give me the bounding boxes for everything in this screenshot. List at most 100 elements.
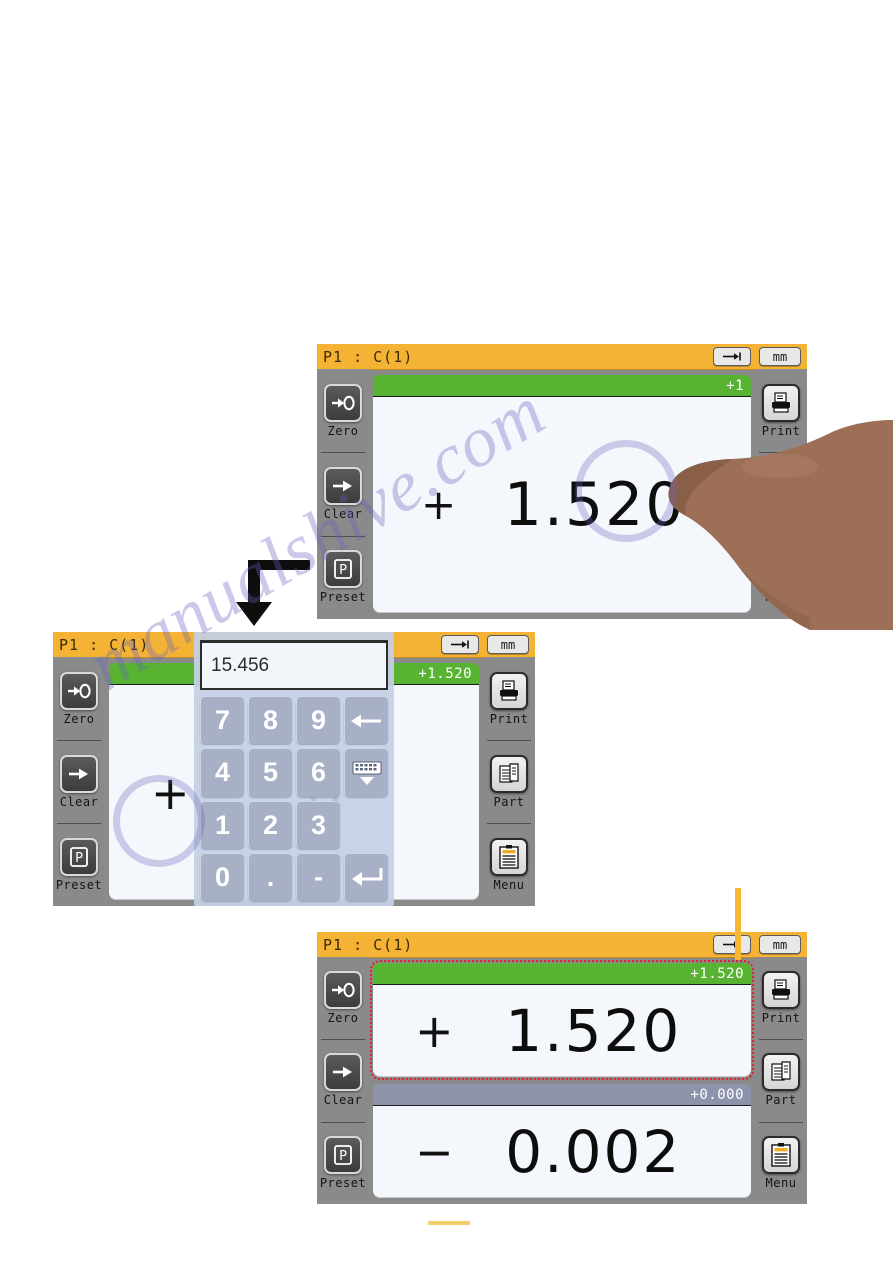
channel-sign: + — [415, 1004, 454, 1058]
key-6[interactable]: 6 — [296, 748, 340, 797]
measurement-stage: +1.520 + 1.520 +0.000 − 0.002 — [369, 957, 755, 1204]
titlebar-right: mm — [713, 347, 807, 366]
enter-return-icon[interactable] — [344, 852, 388, 901]
arrow-to-line-icon[interactable] — [441, 635, 479, 654]
arrow-right-icon — [324, 1053, 362, 1092]
hide-keyboard-icon[interactable] — [344, 748, 388, 797]
rail-button-clear[interactable]: Clear — [317, 452, 369, 535]
channel-sign: + — [151, 765, 190, 820]
clipboard-menu-icon — [762, 550, 800, 589]
rail-label-menu: Menu — [765, 590, 797, 605]
rail-label-clear: Clear — [59, 794, 99, 809]
rail-label-menu: Menu — [493, 877, 525, 892]
page-title: P1 : C(1) — [323, 347, 414, 366]
rail-label-preset: Preset — [319, 1175, 367, 1190]
rail-button-preset[interactable]: P Preset — [53, 823, 105, 906]
channel-row[interactable]: +0.000 − 0.002 — [373, 1084, 751, 1198]
key-7[interactable]: 7 — [200, 696, 244, 745]
rail-label-print: Print — [761, 1011, 801, 1026]
rail-label-print: Print — [761, 423, 801, 438]
copy-documents-icon — [762, 1053, 800, 1092]
rail-button-menu[interactable]: Menu — [483, 823, 535, 906]
arrow-right-icon — [60, 754, 98, 793]
key-1[interactable]: 1 — [200, 800, 244, 849]
panel-numeric-keypad: P1 : C(1) mm Zero Clear P Preset +1.520 … — [53, 632, 535, 906]
clipboard-menu-icon — [762, 1135, 800, 1174]
channel-tolerance-value: +1.520 — [690, 965, 744, 982]
printer-icon — [762, 383, 800, 422]
channel-row[interactable]: +1 + 1.520 — [373, 375, 751, 613]
unit-badge[interactable]: mm — [487, 635, 529, 654]
rail-label-menu: Menu — [765, 1175, 797, 1190]
titlebar-right: mm — [713, 935, 807, 954]
arrow-to-zero-icon — [324, 383, 362, 422]
printer-icon — [762, 971, 800, 1010]
arrow-to-line-icon[interactable] — [713, 935, 751, 954]
rail-button-preset[interactable]: P Preset — [317, 1121, 369, 1204]
copy-documents-icon — [762, 466, 800, 505]
channel-number: 1.520 — [503, 470, 686, 540]
titlebar: P1 : C(1) mm — [317, 344, 807, 370]
channel-tolerance-bar: +0.000 — [373, 1084, 751, 1106]
channel-value-field: + 1.520 — [373, 985, 751, 1077]
rail-button-preset[interactable]: P Preset — [317, 535, 369, 619]
unit-badge[interactable]: mm — [759, 935, 801, 954]
rail-button-print[interactable]: Print — [755, 957, 807, 1039]
rail-label-zero: Zero — [327, 423, 359, 438]
channel-row[interactable]: +1.520 + 1.520 — [370, 960, 754, 1080]
channel-sign: − — [415, 1125, 454, 1179]
rail-button-zero[interactable]: Zero — [317, 957, 369, 1039]
channel-number: 0.002 — [505, 1118, 682, 1186]
channel-tolerance-value: +1.520 — [418, 665, 472, 682]
preset-p-icon: P — [324, 550, 362, 589]
channel-number: 1.520 — [505, 997, 682, 1065]
backspace-arrow-icon[interactable] — [344, 696, 388, 745]
rail-label-part: Part — [493, 794, 525, 809]
rail-button-print[interactable]: Print — [755, 369, 807, 452]
preset-p-icon: P — [324, 1135, 362, 1174]
key-5[interactable]: 5 — [248, 748, 292, 797]
right-rail: Print Part Menu — [755, 369, 807, 619]
rail-label-preset: Preset — [55, 877, 103, 892]
rail-button-print[interactable]: Print — [483, 657, 535, 740]
measurement-stage: +1 + 1.520 — [369, 369, 755, 619]
left-rail: Zero Clear P Preset — [317, 957, 369, 1204]
rail-button-clear[interactable]: Clear — [53, 740, 105, 823]
rail-label-zero: Zero — [63, 711, 95, 726]
arrow-to-zero-icon — [324, 971, 362, 1010]
rail-button-zero[interactable]: Zero — [53, 657, 105, 740]
arrow-to-line-icon[interactable] — [713, 347, 751, 366]
rail-button-clear[interactable]: Clear — [317, 1039, 369, 1121]
arrow-right-icon — [324, 466, 362, 505]
keypad-grid: 7 8 9 4 5 6 1 2 3 0 . - — [200, 696, 388, 901]
key-0[interactable]: 0 — [200, 852, 244, 901]
keypad-input[interactable]: 15.456 — [200, 640, 388, 690]
rail-button-part[interactable]: Part — [755, 452, 807, 535]
clipboard-menu-icon — [490, 837, 528, 876]
key-4[interactable]: 4 — [200, 748, 244, 797]
channel-value-field: − 0.002 — [373, 1106, 751, 1198]
rail-button-menu[interactable]: Menu — [755, 1121, 807, 1204]
channel-tolerance-value: +0.000 — [690, 1086, 744, 1103]
key-8[interactable]: 8 — [248, 696, 292, 745]
key-2[interactable]: 2 — [248, 800, 292, 849]
rail-label-part: Part — [765, 1093, 797, 1108]
rail-button-zero[interactable]: Zero — [317, 369, 369, 452]
channel-tolerance-bar: +1.520 — [373, 963, 751, 985]
panel-measurement-initial: P1 : C(1) mm Zero Clear P Preset +1 + 1.… — [317, 344, 807, 619]
key-9[interactable]: 9 — [296, 696, 340, 745]
channel-sign: + — [421, 480, 457, 529]
rail-label-preset: Preset — [319, 590, 367, 605]
rail-button-part[interactable]: Part — [755, 1039, 807, 1121]
key-3[interactable]: 3 — [296, 800, 340, 849]
unit-badge[interactable]: mm — [759, 347, 801, 366]
rail-label-clear: Clear — [323, 1093, 363, 1108]
key-minus[interactable]: - — [296, 852, 340, 901]
page-title: P1 : C(1) — [323, 935, 414, 954]
rail-button-menu[interactable]: Menu — [755, 535, 807, 619]
callout-leader-line — [735, 888, 741, 960]
rail-button-part[interactable]: Part — [483, 740, 535, 823]
key-blank — [344, 801, 388, 849]
preset-p-icon: P — [60, 837, 98, 876]
key-decimal-point[interactable]: . — [248, 852, 292, 901]
